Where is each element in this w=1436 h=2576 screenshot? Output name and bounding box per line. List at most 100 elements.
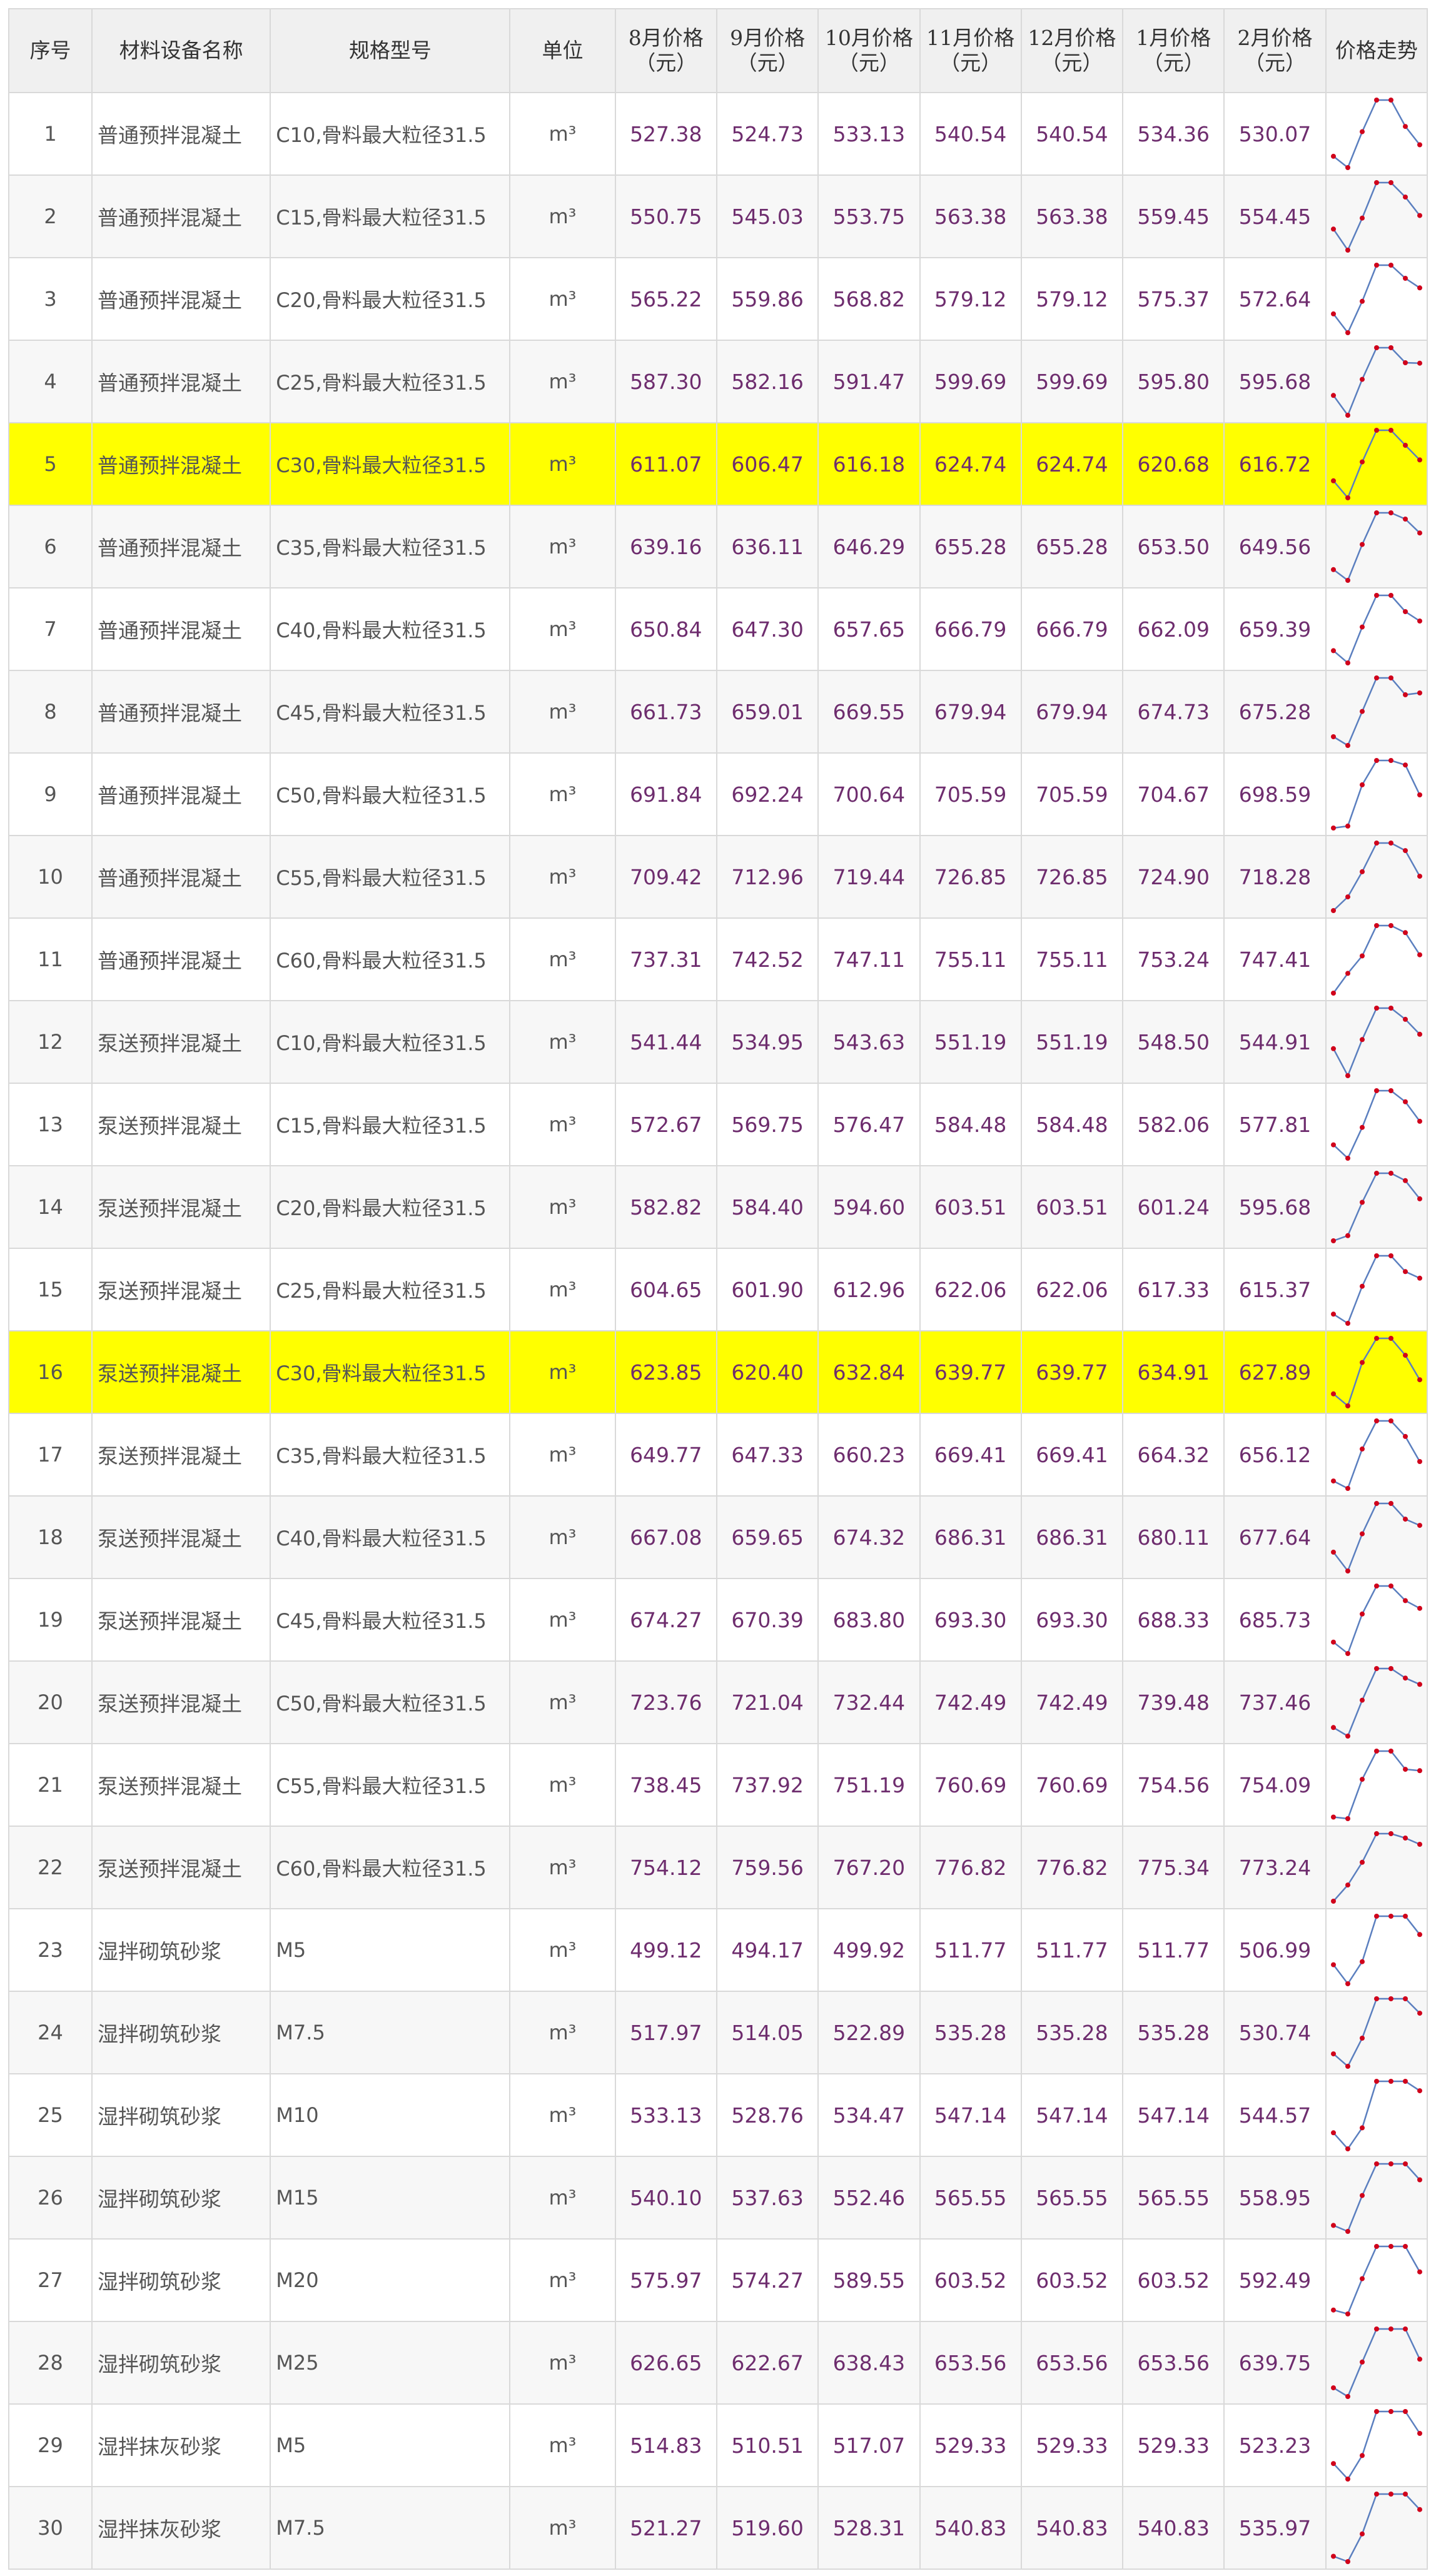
trend-point xyxy=(1330,2130,1336,2136)
trend-point xyxy=(1402,930,1408,936)
row-price: 657.65 xyxy=(817,587,921,671)
row-spec: C40,骨料最大粒径31.5 xyxy=(270,1495,511,1579)
row-seq: 5 xyxy=(8,422,93,506)
row-price: 737.92 xyxy=(715,1743,819,1827)
trend-point xyxy=(1402,2079,1408,2084)
row-price: 646.29 xyxy=(817,505,921,588)
row-spec: C15,骨料最大粒径31.5 xyxy=(270,1083,511,1166)
trend-point xyxy=(1402,517,1408,522)
header-cell: 10月价格（元） xyxy=(817,8,921,93)
trend-point xyxy=(1373,263,1379,268)
row-unit: m³ xyxy=(509,917,616,1001)
row-price: 606.47 xyxy=(715,422,819,506)
trend-point xyxy=(1402,360,1408,365)
trend-point xyxy=(1388,1336,1393,1341)
row-price: 726.85 xyxy=(1020,835,1124,919)
row-price: 499.92 xyxy=(817,1908,921,1992)
trend-point xyxy=(1388,1088,1393,1093)
trend-point xyxy=(1417,1031,1422,1037)
row-seq: 17 xyxy=(8,1413,93,1497)
trend-point xyxy=(1345,1816,1350,1821)
trend-point xyxy=(1345,743,1350,748)
row-trend-sparkline xyxy=(1325,1330,1428,1414)
trend-point xyxy=(1417,1459,1422,1464)
row-spec: C60,骨料最大粒径31.5 xyxy=(270,1826,511,1909)
row-price: 551.19 xyxy=(919,1000,1022,1084)
row-price: 662.09 xyxy=(1122,587,1225,671)
table-row: 23 湿拌砌筑砂浆 M5 m³ 499.12 494.17 499.92 511.77 511.… xyxy=(8,1908,1428,1992)
trend-point xyxy=(1330,2223,1336,2228)
table-row: 11 普通预拌混凝土 C60,骨料最大粒径31.5 m³ 737.31 742.52 747… xyxy=(8,917,1428,1001)
row-price: 719.44 xyxy=(817,835,921,919)
row-price: 584.48 xyxy=(1020,1083,1124,1166)
price-table: 序号 材料设备名称 规格型号 单位 8月价格（元） 9月价格（元） 10月价格（… xyxy=(8,8,1428,2570)
row-seq: 29 xyxy=(8,2403,93,2487)
header-cell: 12月价格（元） xyxy=(1020,8,1124,93)
row-spec: M7.5 xyxy=(270,1991,511,2074)
trend-point xyxy=(1388,1666,1393,1671)
row-price: 615.37 xyxy=(1223,1248,1327,1331)
row-price: 587.30 xyxy=(614,340,717,423)
trend-point xyxy=(1402,1269,1408,1275)
trend-point xyxy=(1330,393,1336,398)
row-trend-sparkline xyxy=(1325,1083,1428,1166)
row-seq: 11 xyxy=(8,917,93,1001)
row-price: 611.07 xyxy=(614,422,717,506)
row-unit: m³ xyxy=(509,835,616,919)
trend-sparkline-svg xyxy=(1330,1418,1422,1491)
trend-point xyxy=(1359,1859,1365,1865)
row-price: 616.72 xyxy=(1223,422,1327,506)
row-price: 653.56 xyxy=(919,2321,1022,2405)
row-price: 675.28 xyxy=(1223,670,1327,754)
row-seq: 27 xyxy=(8,2238,93,2322)
trend-point xyxy=(1345,413,1350,418)
row-unit: m³ xyxy=(509,1330,616,1414)
row-price: 537.63 xyxy=(715,2156,819,2240)
trend-point xyxy=(1330,1962,1336,1967)
row-spec: C20,骨料最大粒径31.5 xyxy=(270,1165,511,1249)
row-price: 575.37 xyxy=(1122,257,1225,341)
trend-sparkline-svg xyxy=(1330,758,1422,831)
row-spec: M5 xyxy=(270,2403,511,2487)
trend-point xyxy=(1417,360,1422,366)
row-price: 522.89 xyxy=(817,1991,921,2074)
header-cell: 规格型号 xyxy=(270,8,511,93)
trend-sparkline-svg xyxy=(1330,263,1422,335)
trend-line xyxy=(1332,2410,1420,2481)
trend-sparkline-svg xyxy=(1330,841,1422,913)
row-price: 575.97 xyxy=(614,2238,717,2322)
trend-point xyxy=(1330,1725,1336,1730)
row-price: 754.56 xyxy=(1122,1743,1225,1827)
header-cell: 11月价格（元） xyxy=(919,8,1022,93)
trend-point xyxy=(1373,1996,1379,2001)
row-price: 698.59 xyxy=(1223,752,1327,836)
row-material-name: 普通预拌混凝土 xyxy=(91,257,271,341)
trend-line xyxy=(1333,2493,1420,2563)
row-seq: 6 xyxy=(8,505,93,588)
trend-point xyxy=(1373,180,1379,185)
row-price: 700.64 xyxy=(817,752,921,836)
trend-sparkline-svg xyxy=(1330,180,1422,253)
trend-point xyxy=(1359,215,1365,221)
row-trend-sparkline xyxy=(1325,2073,1428,2157)
row-unit: m³ xyxy=(509,1083,616,1166)
row-material-name: 湿拌抹灰砂浆 xyxy=(91,2486,271,2570)
row-price: 760.69 xyxy=(919,1743,1022,1827)
row-unit: m³ xyxy=(509,340,616,423)
trend-sparkline-svg xyxy=(1330,2409,1422,2482)
row-price: 692.24 xyxy=(715,752,819,836)
trend-line xyxy=(1333,1172,1420,1242)
row-price: 754.09 xyxy=(1223,1743,1327,1827)
row-price: 553.75 xyxy=(817,174,921,258)
row-price: 620.40 xyxy=(715,1330,819,1414)
row-price: 622.06 xyxy=(1020,1248,1124,1331)
trend-line xyxy=(1333,1420,1420,1490)
trend-point xyxy=(1330,991,1336,996)
trend-point xyxy=(1402,2161,1408,2166)
row-trend-sparkline xyxy=(1325,1991,1428,2074)
row-trend-sparkline xyxy=(1325,174,1428,258)
row-trend-sparkline xyxy=(1325,1413,1428,1497)
row-seq: 9 xyxy=(8,752,93,836)
trend-sparkline-svg xyxy=(1330,98,1422,170)
table-row: 29 湿拌抹灰砂浆 M5 m³ 514.83 510.51 517.07 529.33 529.… xyxy=(8,2403,1428,2487)
